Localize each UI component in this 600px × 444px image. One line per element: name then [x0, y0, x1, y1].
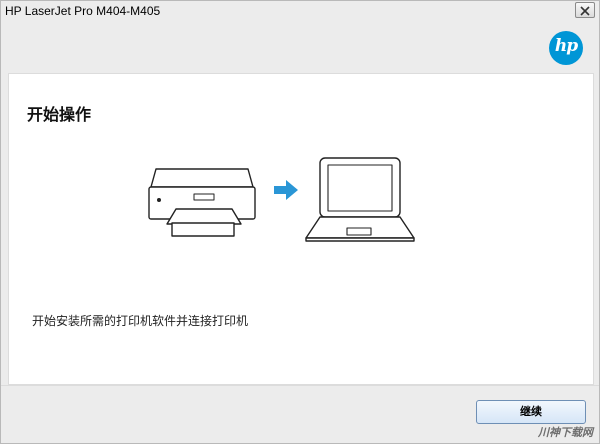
setup-illustration — [148, 157, 415, 242]
laptop-icon — [305, 157, 415, 242]
arrow-right-icon — [274, 180, 298, 200]
installer-window: HP LaserJet Pro M404-M405 hp 开始操作 开始安装所需… — [0, 0, 600, 444]
footer-divider — [1, 385, 599, 386]
page-description: 开始安装所需的打印机软件并连接打印机 — [32, 314, 249, 328]
printer-icon — [148, 168, 256, 237]
watermark-logo: 川神下载网 — [538, 427, 593, 439]
continue-button[interactable]: 继续 — [476, 400, 586, 424]
